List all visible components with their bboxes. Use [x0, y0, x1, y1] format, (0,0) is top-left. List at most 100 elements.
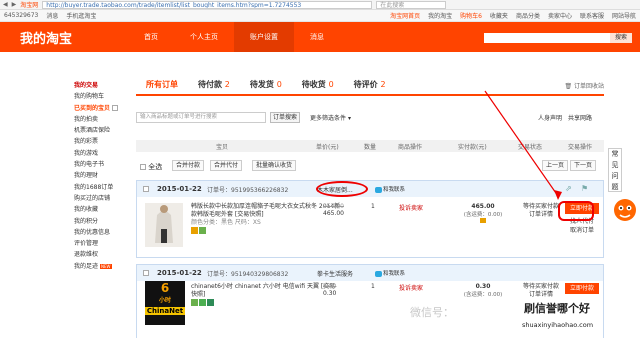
merge-proxy-button[interactable]: 合并代付	[210, 160, 243, 171]
mobile-link[interactable]: 手机逛淘宝	[66, 11, 96, 20]
topbar-link-home[interactable]: 淘宝网首页	[390, 11, 420, 20]
order-detail-link[interactable]: 订单详情	[517, 291, 565, 299]
next-page-button[interactable]: 下一页	[570, 160, 597, 171]
tab-pending-payment[interactable]: 待付款 2	[188, 79, 240, 94]
topbar-link-mytaobao[interactable]: 我的淘宝	[428, 11, 452, 20]
sidebar-item-1688[interactable]: 我的1688订单	[74, 182, 130, 193]
sidebar-item-lottery[interactable]: 我的彩票	[74, 136, 130, 147]
collapse-icon[interactable]	[112, 105, 119, 112]
faq-char: 常	[611, 150, 619, 158]
select-all-label: 全选	[148, 163, 163, 171]
sidebar-section-title: 我的交易	[74, 82, 99, 89]
product-attrs: 颜色分类：黑色 尺码：XS	[191, 219, 261, 226]
tab-count: 2	[224, 80, 230, 89]
product-title[interactable]: chinanet6小时 chinanet 六小时 电信wifi 天翼 [交易快照…	[191, 283, 341, 299]
order-checkbox[interactable]	[143, 186, 149, 192]
back-icon[interactable]: ◀	[3, 1, 8, 8]
tab-pending-shipment[interactable]: 待发货 0	[240, 79, 292, 94]
header-search-button[interactable]: 搜索	[610, 33, 632, 43]
sidebar-item-cart[interactable]: 我的购物车	[74, 91, 130, 102]
nav-account-settings[interactable]: 账户设置	[234, 22, 294, 52]
username[interactable]: 645329673	[4, 12, 38, 19]
address-bar[interactable]: http://buyer.trade.taobao.com/trade/item…	[42, 0, 373, 9]
tab-pending-receipt[interactable]: 待收货 0	[292, 79, 344, 94]
sidebar-item-footprints[interactable]: 我的足迹 NEW	[74, 261, 130, 272]
merge-pay-button[interactable]: 合并付款	[172, 160, 205, 171]
tab-pending-review[interactable]: 待评价 2	[344, 79, 396, 94]
order-actions: 立即付款	[565, 283, 599, 297]
col-action: 交易操作	[568, 144, 593, 151]
mascot-icon[interactable]	[612, 196, 638, 226]
tab-all-orders[interactable]: 所有订单	[136, 79, 188, 94]
status-text: 等待买家付款	[522, 283, 559, 290]
browser-search[interactable]: 在此搜索	[376, 0, 447, 9]
forward-icon[interactable]: ▶	[12, 1, 17, 8]
topbar-link-cart[interactable]: 购物车6	[460, 11, 482, 20]
sidebar-item-points[interactable]: 我的积分	[74, 216, 130, 227]
tab-label: 待发货	[249, 80, 274, 89]
order-search-button[interactable]: 订单搜索	[270, 112, 300, 123]
sidebar-item-shops[interactable]: 购买过的店铺	[74, 193, 130, 204]
unit-price: 957.00 465.00	[323, 203, 344, 217]
tab-count: 0	[276, 80, 282, 89]
faq-char: 问	[611, 172, 619, 180]
select-all-checkbox[interactable]	[140, 164, 146, 170]
unit-price: 0.50 0.30	[323, 283, 336, 297]
sidebar-item-games[interactable]: 我的游戏	[74, 148, 130, 159]
pay-now-button[interactable]: 立即付款	[565, 283, 599, 294]
complain-link[interactable]: 投诉卖家	[399, 203, 423, 212]
topbar-link-favorites[interactable]: 收藏夹	[490, 11, 508, 20]
nav-home[interactable]: 首页	[128, 22, 174, 52]
sidebar-item-auction[interactable]: 我的拍卖	[74, 114, 130, 125]
complain-link[interactable]: 投诉卖家	[399, 283, 423, 292]
order-trash-link[interactable]: 🗑 订单回收站	[564, 81, 604, 94]
order-search-input[interactable]: 输入商品标题或订单号进行搜索	[136, 112, 266, 123]
product-desc: chinanet6小时 chinanet 六小时 电信wifi 天翼 [交易快照…	[191, 283, 341, 307]
nav-messages[interactable]: 消息	[294, 22, 340, 52]
badge-icon	[207, 299, 214, 306]
highlight-circle	[316, 181, 368, 197]
topbar-link-service[interactable]: 联系客服	[580, 11, 604, 20]
badge-icon	[191, 299, 198, 306]
cancel-order-link[interactable]: 取消订单	[565, 226, 599, 235]
badge-icon	[199, 299, 206, 306]
select-all[interactable]: 全选	[140, 162, 162, 172]
phone-icon	[480, 218, 486, 223]
batch-confirm-button[interactable]: 批量确认收货	[252, 160, 297, 171]
new-badge: NEW	[100, 263, 112, 269]
sidebar-item-ebooks[interactable]: 我的电子书	[74, 159, 130, 170]
header-search-input[interactable]	[484, 33, 610, 43]
product-image[interactable]	[145, 203, 183, 247]
sidebar-item-travel[interactable]: 机票酒店保险	[74, 125, 130, 136]
order-number: 订单号：951940329806832	[207, 271, 289, 278]
service-badges	[191, 299, 341, 307]
contact-seller[interactable]: 和我联系	[375, 185, 405, 193]
contact-label: 和我联系	[383, 271, 406, 277]
shop-name[interactable]: 拳卡生活服务	[317, 269, 353, 278]
sidebar-item-refunds[interactable]: 退款维权	[74, 249, 130, 260]
sidebar-item-bought[interactable]: 已买到的宝贝	[74, 103, 130, 114]
faq-widget[interactable]: 常 见 问 题	[608, 148, 622, 192]
page-header: 我的淘宝 首页 个人主页 账户设置 消息 搜索	[0, 22, 640, 52]
quantity: 1	[371, 203, 375, 210]
more-filters-link[interactable]: 更多筛选条件 ▾	[310, 113, 351, 122]
sidebar-item-reviews[interactable]: 评价管理	[74, 238, 130, 249]
topbar-link-sitemap[interactable]: 网站导航	[612, 11, 636, 20]
return-icon	[199, 227, 206, 234]
sidebar-item-favorites[interactable]: 我的收藏	[74, 204, 130, 215]
sidebar-item-coupons[interactable]: 我的优惠信息	[74, 227, 130, 238]
nav-profile[interactable]: 个人主页	[174, 22, 234, 52]
contact-seller[interactable]: 和我联系	[375, 269, 405, 277]
browser-tab[interactable]: 淘宝网	[20, 0, 38, 9]
product-image[interactable]: 6 小时 ChinaNet	[145, 281, 185, 325]
flag-icon[interactable]: ⚑	[581, 184, 588, 193]
service-badges	[191, 227, 341, 235]
sidebar-item-finance[interactable]: 我的理财	[74, 170, 130, 181]
product-title[interactable]: 韩版长款中长款加厚连帽貉子毛呢大衣女式秋冬 2014新款韩版毛呢外套 [交易快照…	[191, 203, 341, 219]
logo[interactable]: 我的淘宝	[0, 28, 128, 47]
topbar-link-seller[interactable]: 卖家中心	[548, 11, 572, 20]
messages-link[interactable]: 消息	[46, 11, 58, 20]
topbar-link-categories[interactable]: 商品分类	[516, 11, 540, 20]
sidebar-item-label: 我的足迹	[74, 262, 99, 270]
order-checkbox[interactable]	[143, 270, 149, 276]
